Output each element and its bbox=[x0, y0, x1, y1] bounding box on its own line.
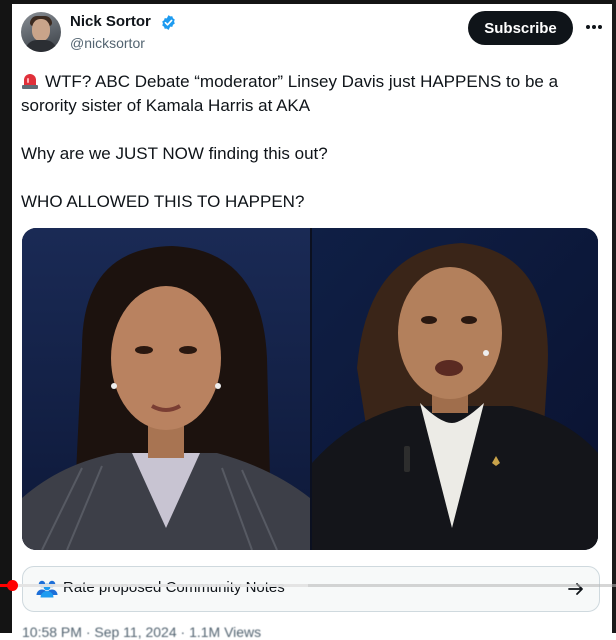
tweet-line-3: WHO ALLOWED THIS TO HAPPEN? bbox=[21, 192, 305, 211]
people-icon bbox=[36, 580, 58, 598]
ellipsis-icon[interactable] bbox=[584, 17, 604, 37]
tweet-line-1: WTF? ABC Debate “moderator” Linsey Davis… bbox=[21, 72, 559, 115]
author-display-name[interactable]: Nick Sortor bbox=[70, 13, 151, 30]
tweet-timestamp[interactable]: 10:58 PM · Sep 11, 2024 · 1.1M Views bbox=[22, 624, 261, 640]
tweet-line-2: Why are we JUST NOW finding this out? bbox=[21, 144, 328, 163]
author-handle[interactable]: @nicksortor bbox=[70, 35, 145, 51]
tweet-media-image[interactable] bbox=[22, 228, 598, 550]
photo-right bbox=[312, 228, 598, 550]
photo-left bbox=[22, 228, 310, 550]
siren-emoji-icon bbox=[22, 74, 38, 89]
video-frame-right bbox=[612, 0, 616, 633]
subscribe-button[interactable]: Subscribe bbox=[468, 11, 573, 45]
tweet-text: WTF? ABC Debate “moderator” Linsey Davis… bbox=[21, 70, 591, 214]
verified-badge-icon bbox=[162, 15, 175, 30]
avatar-shirt bbox=[25, 40, 57, 52]
video-frame-top bbox=[0, 0, 616, 4]
author-avatar[interactable] bbox=[21, 12, 61, 52]
video-scrubber-handle[interactable] bbox=[7, 580, 19, 591]
arrow-right-icon bbox=[568, 583, 583, 595]
tweet-paragraph-1: WTF? ABC Debate “moderator” Linsey Davis… bbox=[21, 70, 591, 118]
community-notes-card[interactable]: Rate proposed Community Notes bbox=[22, 566, 600, 612]
video-frame-left bbox=[0, 0, 12, 633]
video-progress-bar[interactable] bbox=[0, 580, 616, 591]
video-buffered-bar bbox=[0, 584, 308, 587]
avatar-face bbox=[32, 19, 50, 41]
community-notes-label: Rate proposed Community Notes bbox=[63, 579, 285, 596]
